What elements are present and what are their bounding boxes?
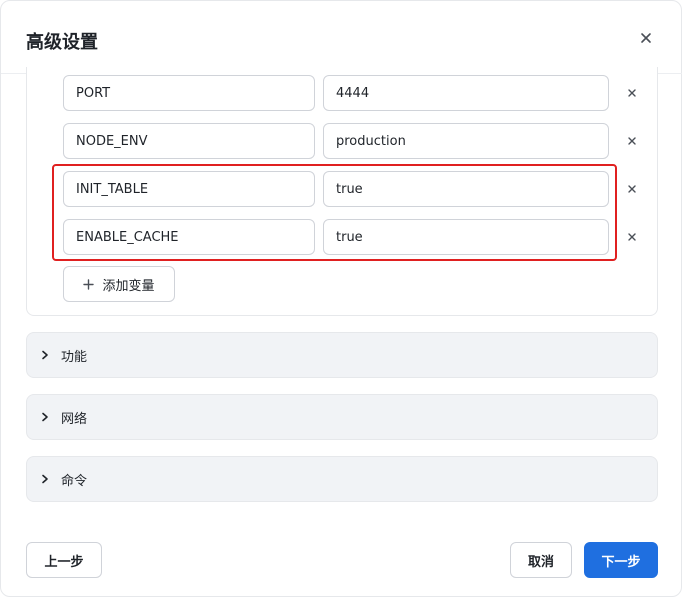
close-icon xyxy=(627,184,637,194)
chevron-right-icon xyxy=(41,350,49,360)
env-key-input[interactable]: ENABLE_CACHE xyxy=(63,219,315,255)
section-label: 网络 xyxy=(61,411,88,427)
env-value-text: true xyxy=(336,181,363,197)
section-features-toggle[interactable]: 功能 xyxy=(26,332,658,378)
close-icon xyxy=(640,32,652,44)
env-key-input[interactable]: INIT_TABLE xyxy=(63,171,315,207)
env-var-row: INIT_TABLE true xyxy=(63,171,643,207)
close-icon xyxy=(627,136,637,146)
env-key-text: INIT_TABLE xyxy=(76,181,149,197)
env-value-text: true xyxy=(336,229,363,245)
section-label: 命令 xyxy=(61,473,88,489)
remove-env-var-button[interactable] xyxy=(621,82,643,104)
env-key-text: NODE_ENV xyxy=(76,133,148,149)
section-network-toggle[interactable]: 网络 xyxy=(26,394,658,440)
chevron-right-icon xyxy=(41,474,49,484)
env-value-input[interactable]: production xyxy=(323,123,609,159)
remove-env-var-button[interactable] xyxy=(621,130,643,152)
chevron-right-icon xyxy=(41,412,49,422)
dialog-title: 高级设置 xyxy=(26,32,98,53)
advanced-settings-dialog: 高级设置 PORT 4444 NODE_ENV production INIT_… xyxy=(0,0,682,597)
remove-env-var-button[interactable] xyxy=(621,178,643,200)
next-step-button[interactable]: 下一步 xyxy=(584,542,658,578)
env-value-input[interactable]: true xyxy=(323,219,609,255)
env-key-text: PORT xyxy=(76,85,111,101)
env-key-input[interactable]: PORT xyxy=(63,75,315,111)
previous-step-button[interactable]: 上一步 xyxy=(26,542,102,578)
env-var-row: ENABLE_CACHE true xyxy=(63,219,643,255)
env-value-input[interactable]: 4444 xyxy=(323,75,609,111)
add-variable-label: 添加变量 xyxy=(102,278,155,294)
cancel-button[interactable]: 取消 xyxy=(510,542,572,578)
env-var-row: NODE_ENV production xyxy=(63,123,643,159)
env-value-input[interactable]: true xyxy=(323,171,609,207)
env-var-row: PORT 4444 xyxy=(63,75,643,111)
section-label: 功能 xyxy=(61,349,88,365)
add-variable-button[interactable]: 添加变量 xyxy=(63,266,175,302)
close-icon xyxy=(627,232,637,242)
env-key-input[interactable]: NODE_ENV xyxy=(63,123,315,159)
plus-icon xyxy=(83,278,95,290)
close-dialog-button[interactable] xyxy=(635,27,657,49)
section-command-toggle[interactable]: 命令 xyxy=(26,456,658,502)
close-icon xyxy=(627,88,637,98)
remove-env-var-button[interactable] xyxy=(621,226,643,248)
env-key-text: ENABLE_CACHE xyxy=(76,229,179,245)
env-value-text: 4444 xyxy=(336,85,370,101)
env-value-text: production xyxy=(336,133,406,149)
